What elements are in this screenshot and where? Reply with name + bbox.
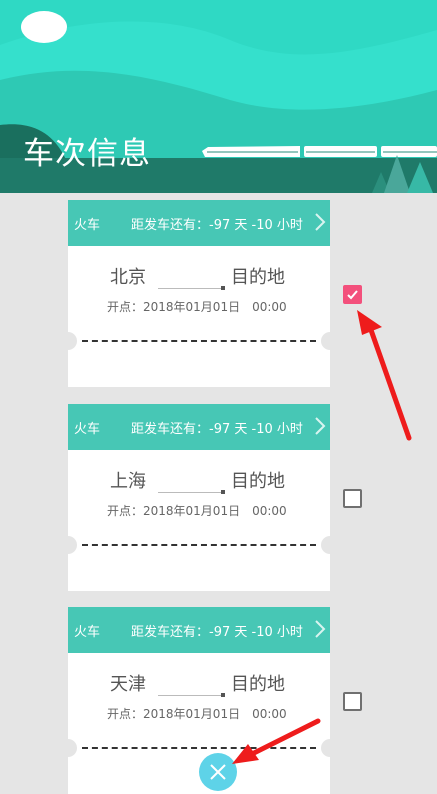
route-line [158, 490, 225, 494]
ticket-notch [59, 332, 77, 350]
ticket-checkbox[interactable] [343, 285, 362, 304]
ticket-header: 火车 距发车还有：-97 天 -10 小时 [68, 607, 330, 653]
route: 北京 目的地 [68, 263, 330, 293]
chevron-right-icon[interactable] [314, 416, 326, 440]
departure-countdown: 距发车还有：-97 天 -10 小时 [131, 422, 303, 437]
chevron-right-icon[interactable] [314, 619, 326, 643]
ticket-type: 火车 [74, 625, 101, 640]
route-line [158, 286, 225, 290]
page-title: 车次信息 [23, 136, 151, 172]
ticket-notch [321, 332, 339, 350]
ticket-header: 火车 距发车还有：-97 天 -10 小时 [68, 200, 330, 246]
departure-time: 开点：2018年01月01日 00:00 [107, 504, 287, 518]
departure-time: 开点：2018年01月01日 00:00 [107, 300, 287, 314]
ticket-card[interactable]: 火车 距发车还有：-97 天 -10 小时 上海 目的地 开点：2018年01月… [59, 404, 339, 591]
destination-station: 目的地 [231, 471, 285, 492]
delete-fab[interactable] [199, 753, 237, 791]
route-line [158, 693, 225, 697]
ticket-type: 火车 [74, 422, 101, 437]
ticket-checkbox[interactable] [343, 692, 362, 711]
ticket-notch [321, 536, 339, 554]
destination-station: 目的地 [231, 267, 285, 288]
ticket-notch [59, 536, 77, 554]
ticket-notch [321, 739, 339, 757]
ticket-checkbox[interactable] [343, 489, 362, 508]
ticket-divider [82, 544, 316, 546]
ticket-notch [59, 739, 77, 757]
route: 天津 目的地 [68, 670, 330, 700]
checkmark-icon [347, 290, 358, 300]
ticket-divider [82, 340, 316, 342]
departure-countdown: 距发车还有：-97 天 -10 小时 [131, 218, 303, 233]
origin-station: 上海 [110, 471, 146, 492]
destination-station: 目的地 [231, 674, 285, 695]
origin-station: 天津 [110, 674, 146, 695]
origin-station: 北京 [110, 267, 146, 288]
departure-time: 开点：2018年01月01日 00:00 [107, 707, 287, 721]
departure-countdown: 距发车还有：-97 天 -10 小时 [131, 625, 303, 640]
ticket-card[interactable]: 火车 距发车还有：-97 天 -10 小时 北京 目的地 开点：2018年01月… [59, 200, 339, 387]
route: 上海 目的地 [68, 467, 330, 497]
header-banner: 车次信息 [0, 0, 437, 193]
ticket-type: 火车 [74, 218, 101, 233]
chevron-right-icon[interactable] [314, 212, 326, 236]
ticket-header: 火车 距发车还有：-97 天 -10 小时 [68, 404, 330, 450]
close-icon [210, 764, 226, 780]
ticket-divider [82, 747, 316, 749]
